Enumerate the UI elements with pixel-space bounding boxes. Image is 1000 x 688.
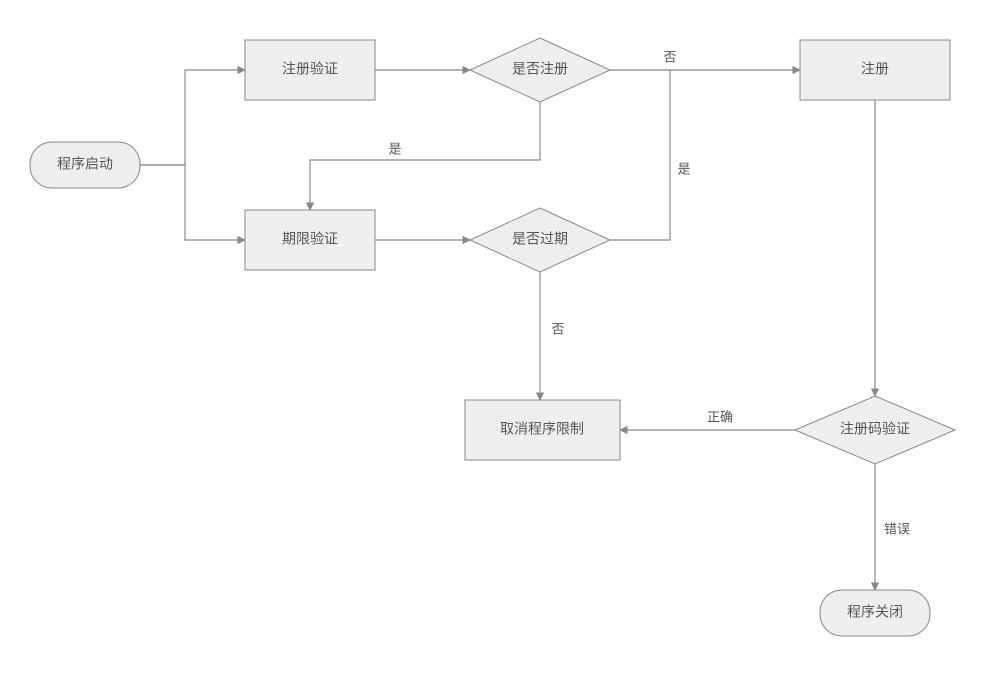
label-is-expired: 是否过期 xyxy=(512,231,568,247)
edge-label-isreg-yes: 是 xyxy=(388,141,401,156)
edge-isexp-yes xyxy=(610,70,670,240)
label-register: 注册 xyxy=(861,61,889,77)
node-is-registered: 是否注册 xyxy=(470,38,610,102)
node-is-expired: 是否过期 xyxy=(470,208,610,272)
node-period-check: 期限验证 xyxy=(245,210,375,270)
node-end: 程序关闭 xyxy=(820,590,930,636)
flowchart-canvas: 程序启动 注册验证 是否注册 注册 期限验证 是否过期 取消程序限制 注册码验证… xyxy=(0,0,1000,688)
edge-label-code-err: 错误 xyxy=(884,521,910,536)
label-code-verify: 注册码验证 xyxy=(840,421,910,437)
label-cancel-limit: 取消程序限制 xyxy=(500,421,584,437)
node-cancel-limit: 取消程序限制 xyxy=(465,400,620,460)
node-code-verify: 注册码验证 xyxy=(795,396,955,464)
label-period-check: 期限验证 xyxy=(282,231,338,247)
label-is-registered: 是否注册 xyxy=(512,61,568,77)
edge-label-isreg-no: 否 xyxy=(663,49,676,64)
edge-isreg-yes xyxy=(310,102,540,210)
node-reg-check: 注册验证 xyxy=(245,40,375,100)
edge-label-isexp-no: 否 xyxy=(551,321,564,336)
node-start: 程序启动 xyxy=(30,142,140,188)
edge-label-code-ok: 正确 xyxy=(707,409,733,424)
label-start: 程序启动 xyxy=(57,156,113,172)
node-register: 注册 xyxy=(800,40,950,100)
edge-start-regcheck xyxy=(140,70,245,165)
edge-label-isexp-yes: 是 xyxy=(677,161,690,176)
edge-start-periodcheck xyxy=(140,165,245,240)
label-reg-check: 注册验证 xyxy=(282,61,338,77)
label-end: 程序关闭 xyxy=(847,604,903,620)
